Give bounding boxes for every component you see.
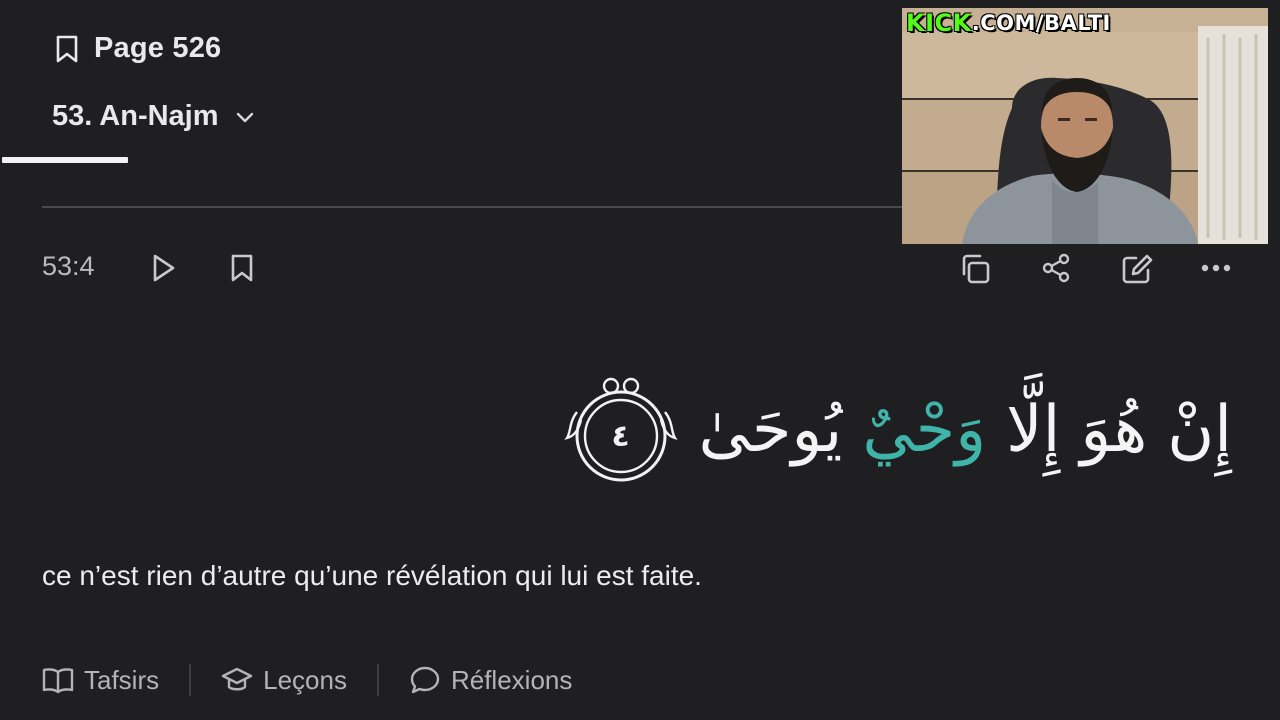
- copy-button[interactable]: [958, 252, 992, 286]
- edit-icon: [1120, 252, 1154, 286]
- surah-selector[interactable]: 53. An-Najm: [52, 100, 255, 133]
- edit-note-button[interactable]: [1120, 252, 1154, 286]
- kick-url-text: .COM/BALTI: [971, 11, 1111, 35]
- tab-separator: [376, 664, 379, 696]
- more-horizontal-icon: [1200, 256, 1232, 280]
- tab-separator: [189, 664, 192, 696]
- bookmark-icon: [228, 252, 256, 284]
- verse-tabs: Tafsirs Leçons Réflexions: [42, 664, 572, 696]
- share-icon: [1040, 252, 1072, 284]
- kick-brand-text: KICK: [906, 9, 972, 37]
- verse-translation: ce n’est rien d’autre qu’une révélation …: [42, 560, 702, 591]
- bookmark-outline-icon: [54, 34, 80, 64]
- chevron-down-icon: [235, 110, 255, 124]
- arabic-word[interactable]: إِلَّا: [1006, 393, 1060, 467]
- surah-name-label: 53. An-Najm: [52, 100, 219, 132]
- arabic-verse[interactable]: إِنْ هُوَ إِلَّا وَحْيٌ يُوحَىٰ ٤: [563, 370, 1232, 490]
- arabic-word[interactable]: هُوَ: [1080, 393, 1147, 467]
- graduation-cap-icon: [221, 666, 253, 694]
- more-options-button[interactable]: [1200, 256, 1232, 280]
- webcam-overlay: KICK .COM/BALTI: [902, 8, 1268, 244]
- reading-progress-fill: [2, 157, 128, 163]
- play-icon: [148, 252, 178, 284]
- verse-reference: 53:4: [42, 251, 95, 281]
- kick-channel-banner: KICK .COM/BALTI: [902, 8, 1121, 38]
- tab-reflexions[interactable]: Réflexions: [409, 665, 572, 696]
- tab-lecons-label: Leçons: [263, 664, 347, 695]
- ayah-number-marker: ٤: [563, 372, 679, 488]
- arabic-word[interactable]: وَحْيٌ: [862, 393, 986, 467]
- tab-lecons[interactable]: Leçons: [221, 665, 347, 696]
- tab-reflexions-label: Réflexions: [450, 664, 573, 695]
- ayah-number: ٤: [611, 418, 630, 454]
- copy-icon: [958, 252, 992, 286]
- chat-bubble-icon: [409, 665, 441, 695]
- page-indicator[interactable]: Page 526: [54, 32, 221, 65]
- tab-tafsirs-label: Tafsirs: [84, 664, 160, 695]
- webcam-feed: [902, 8, 1268, 244]
- book-open-icon: [42, 666, 74, 694]
- share-button[interactable]: [1040, 252, 1072, 284]
- play-button[interactable]: [148, 252, 178, 284]
- arabic-word[interactable]: إِنْ: [1167, 393, 1232, 467]
- bookmark-verse-button[interactable]: [228, 252, 256, 284]
- tab-tafsirs[interactable]: Tafsirs: [42, 665, 159, 696]
- arabic-word[interactable]: يُوحَىٰ: [699, 393, 843, 467]
- divider: [42, 206, 902, 208]
- page-number-label: Page 526: [94, 32, 222, 64]
